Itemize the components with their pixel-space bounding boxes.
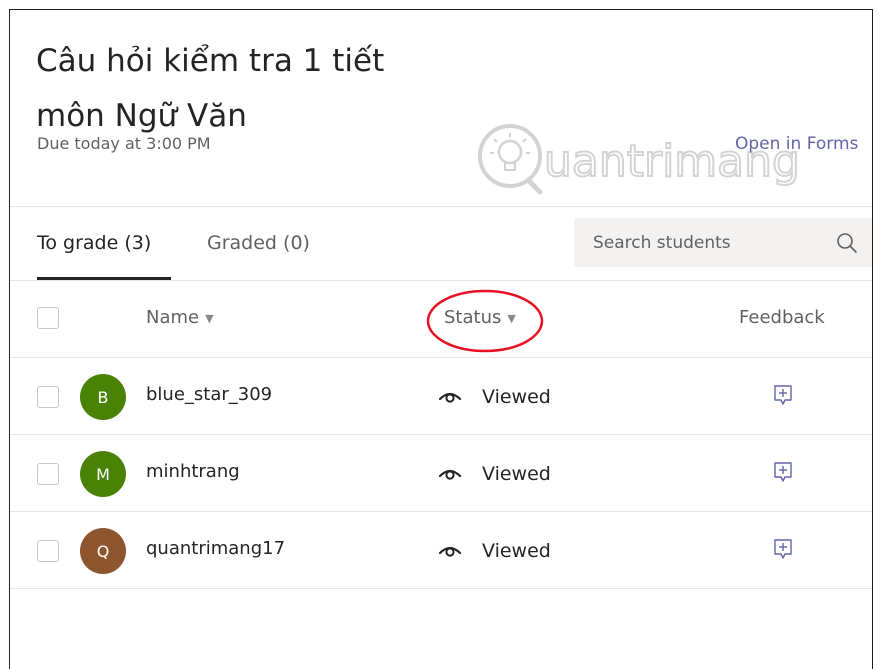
status-text: Viewed: [482, 540, 551, 562]
quantrimang-watermark: uantrimang: [478, 124, 800, 195]
due-date: Due today at 3:00 PM: [37, 134, 211, 153]
avatar: B: [80, 374, 126, 420]
assignment-panel: Câu hỏi kiểm tra 1 tiết môn Ngữ Văn Due t…: [9, 9, 873, 669]
sort-caret-icon: ▼: [507, 311, 516, 325]
add-feedback-icon[interactable]: [772, 538, 794, 560]
add-feedback-icon[interactable]: [772, 384, 794, 406]
row-divider: [10, 588, 872, 589]
table-row[interactable]: M minhtrang Viewed: [10, 435, 872, 512]
table-row[interactable]: B blue_star_309 Viewed: [10, 358, 872, 435]
eye-icon: [438, 392, 462, 403]
status-column-header[interactable]: Status ▼: [444, 307, 516, 328]
row-checkbox[interactable]: [37, 386, 59, 408]
sort-caret-icon: ▼: [205, 311, 214, 325]
search-input[interactable]: [574, 218, 824, 267]
eye-icon: [438, 546, 462, 557]
student-name[interactable]: quantrimang17: [146, 538, 285, 559]
search-icon[interactable]: [836, 232, 858, 254]
select-all-checkbox[interactable]: [37, 307, 59, 329]
status-text: Viewed: [482, 386, 551, 408]
tab-to-grade[interactable]: To grade (3): [37, 232, 151, 254]
search-box[interactable]: [574, 218, 872, 267]
assignment-title: Câu hỏi kiểm tra 1 tiết môn Ngữ Văn: [36, 34, 476, 144]
name-column-header[interactable]: Name ▼: [146, 307, 214, 328]
status-header-label: Status: [444, 307, 502, 328]
avatar: Q: [80, 528, 126, 574]
open-in-forms-link[interactable]: Open in Forms: [735, 134, 858, 154]
tabs-divider: [10, 280, 872, 281]
eye-icon: [438, 469, 462, 480]
avatar: M: [80, 451, 126, 497]
student-name[interactable]: blue_star_309: [146, 384, 272, 405]
row-checkbox[interactable]: [37, 463, 59, 485]
name-header-label: Name: [146, 307, 200, 328]
table-row[interactable]: Q quantrimang17 Viewed: [10, 512, 872, 589]
status-text: Viewed: [482, 463, 551, 485]
assignment-title-line2: môn Ngữ Văn: [36, 98, 247, 134]
tab-graded[interactable]: Graded (0): [207, 232, 310, 254]
assignment-title-line1: Câu hỏi kiểm tra 1 tiết: [36, 43, 385, 79]
row-checkbox[interactable]: [37, 540, 59, 562]
feedback-column-header: Feedback: [739, 307, 825, 328]
add-feedback-icon[interactable]: [772, 461, 794, 483]
student-name[interactable]: minhtrang: [146, 461, 240, 482]
header-divider: [10, 206, 872, 207]
